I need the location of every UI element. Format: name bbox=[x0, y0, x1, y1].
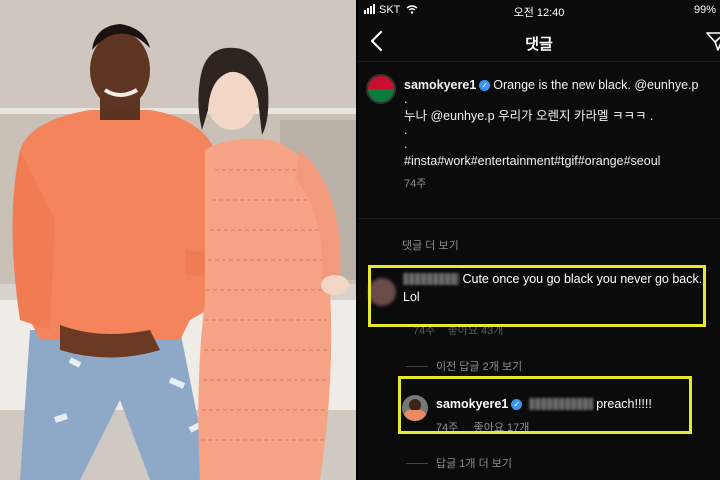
view-more-comments-link[interactable]: 댓글 더 보기 bbox=[402, 237, 459, 253]
highlight-box-comment bbox=[368, 265, 706, 327]
caption-dot-separator: . bbox=[404, 92, 408, 106]
verified-badge-icon: ✓ bbox=[479, 80, 491, 91]
caption-line-2: 누나 @eunhye.p 우리가 오렌지 카라멜 ㅋㅋㅋ . bbox=[404, 109, 654, 123]
reply-thread-line bbox=[406, 463, 428, 464]
post-author-avatar[interactable] bbox=[366, 74, 396, 104]
view-more-replies-link[interactable]: 답글 1개 더 보기 bbox=[406, 455, 512, 471]
battery-level: 99% bbox=[693, 4, 716, 16]
navigation-bar: 댓글 bbox=[358, 22, 720, 62]
caption-hashtags[interactable]: #insta#work#entertainment#tgif#orange#se… bbox=[404, 153, 714, 170]
status-bar: SKT 오전 12:40 99% bbox=[358, 0, 720, 22]
post-photo bbox=[0, 0, 356, 480]
highlight-box-reply bbox=[398, 376, 692, 434]
direct-message-icon[interactable] bbox=[706, 31, 720, 51]
caption-dot-separator: . bbox=[404, 123, 408, 137]
instagram-comments-screen: SKT 오전 12:40 99% 댓글 samokyere1 ✓ Orange is… bbox=[358, 0, 720, 480]
caption-line-1: Orange is the new black. @eunhye.p bbox=[493, 78, 699, 92]
photo-illustration bbox=[0, 0, 356, 480]
page-title: 댓글 bbox=[525, 36, 553, 53]
post-author-username[interactable]: samokyere1 bbox=[404, 78, 476, 92]
post-caption: samokyere1 ✓ Orange is the new black. @eun… bbox=[404, 77, 714, 193]
post-age: 74주 bbox=[404, 178, 427, 190]
view-previous-replies-link[interactable]: 이전 답글 2개 보기 bbox=[406, 358, 522, 374]
clock: 오전 12:40 bbox=[513, 7, 565, 19]
divider bbox=[358, 218, 720, 219]
caption-dot-separator: . bbox=[404, 137, 408, 151]
reply-thread-line bbox=[406, 366, 428, 367]
